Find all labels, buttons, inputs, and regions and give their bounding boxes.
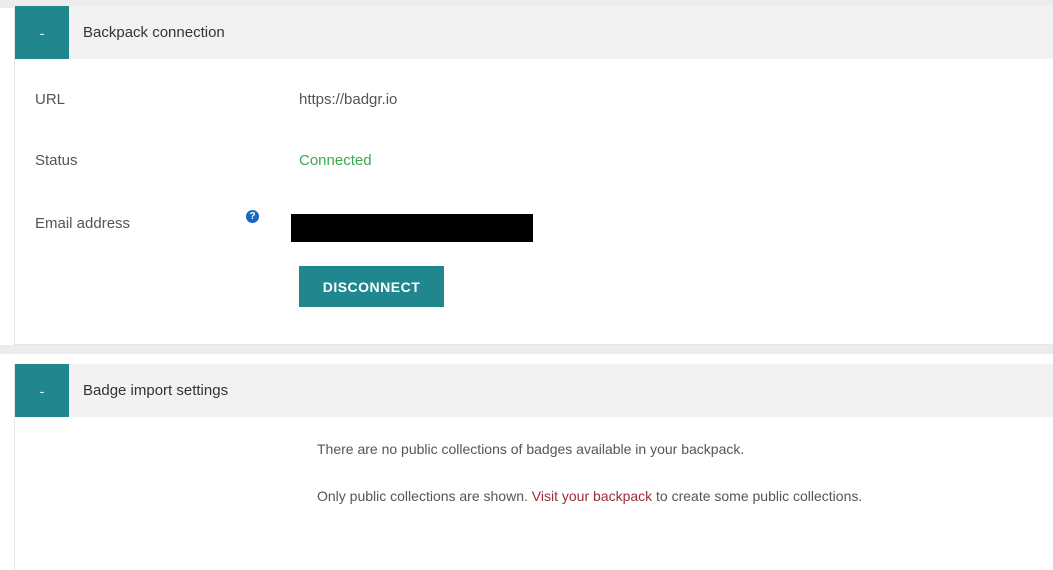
visit-backpack-link[interactable]: Visit your backpack [532,488,652,504]
email-label: Email address [35,215,131,232]
help-icon[interactable]: ? [246,210,259,223]
url-value: https://badgr.io [299,91,398,108]
only-public-text: Only public collections are shown. [317,488,528,504]
create-collections-text: to create some public collections. [652,488,863,504]
backpack-connection-header: - Backpack connection [15,6,1053,59]
disconnect-button[interactable]: DISCONNECT [299,266,444,307]
badge-import-settings-section: - Badge import settings There are no pub… [14,364,1053,570]
backpack-connection-section: - Backpack connection URL https://badgr.… [14,6,1053,345]
backpack-connection-title: Backpack connection [83,24,225,41]
badge-import-collapse-toggle[interactable]: - [15,364,69,417]
status-value: Connected [299,152,372,169]
status-label: Status [35,152,78,169]
section-separator [0,345,1053,354]
backpack-collapse-toggle[interactable]: - [15,6,69,59]
public-collections-note: Only public collections are shown. Visit… [317,488,862,504]
badge-import-header: - Badge import settings [15,364,1053,417]
email-value-redacted [291,214,533,242]
url-label: URL [35,91,66,108]
badge-import-title: Badge import settings [83,382,229,399]
no-collections-message: There are no public collections of badge… [317,441,745,457]
